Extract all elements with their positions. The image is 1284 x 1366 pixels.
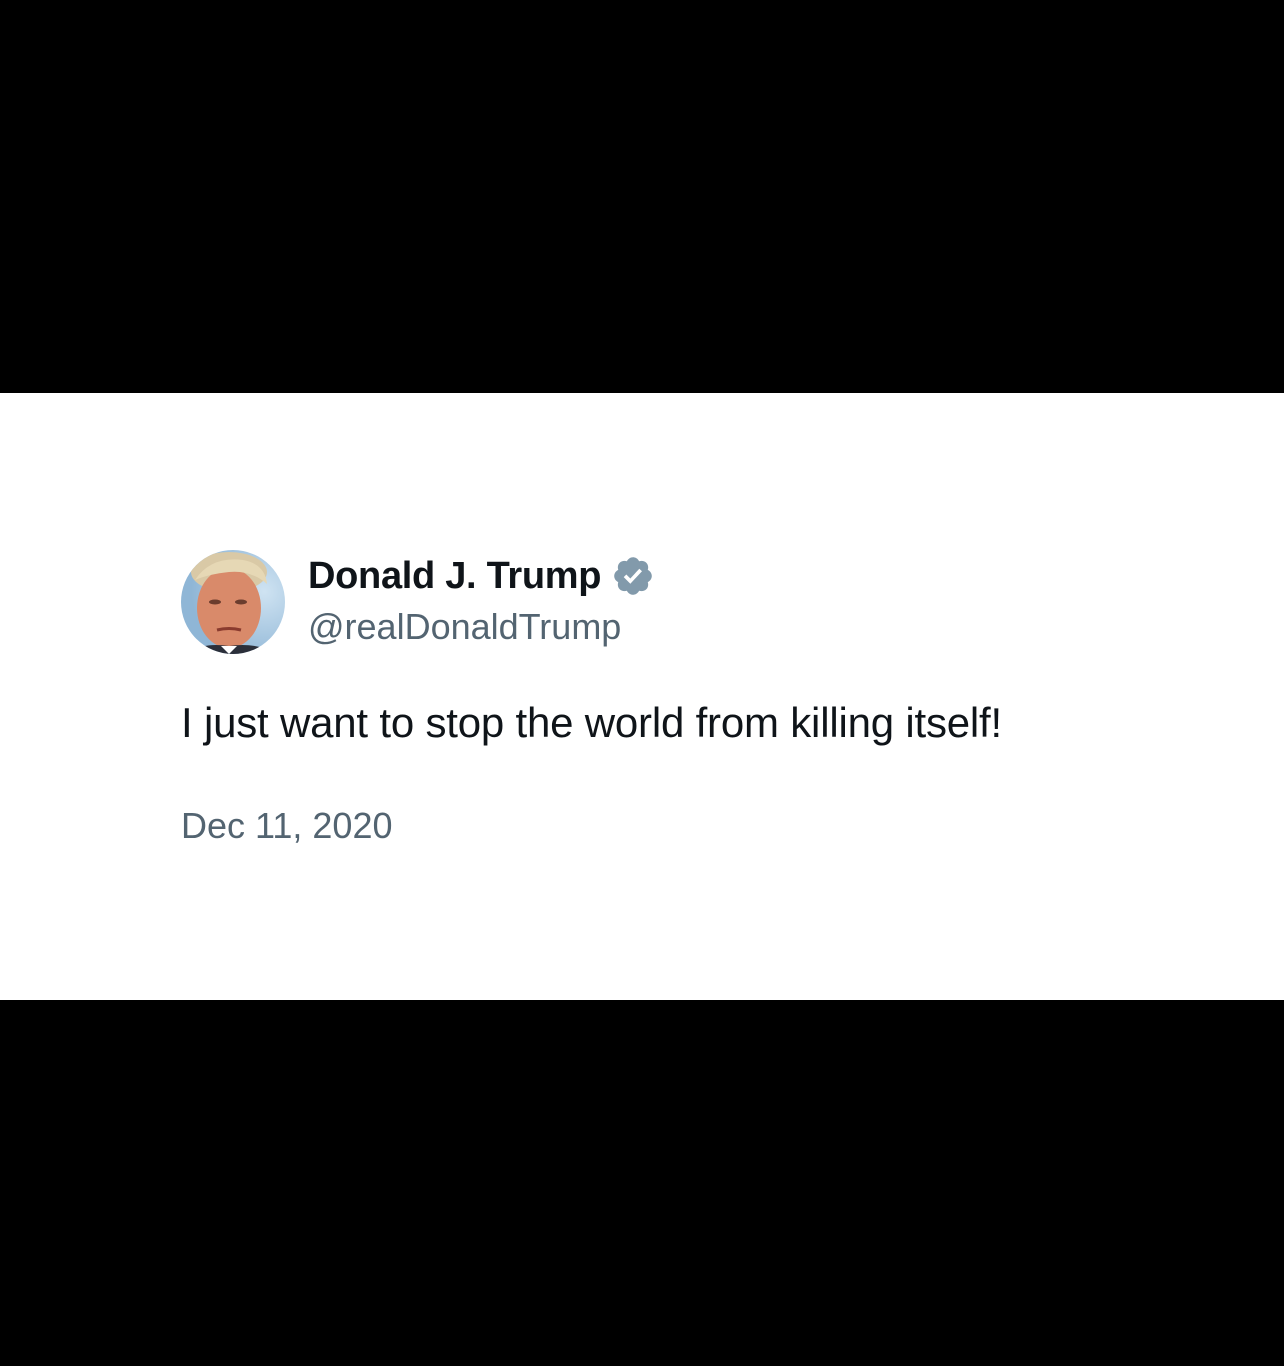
user-handle[interactable]: @realDonaldTrump: [308, 606, 621, 648]
screenshot-frame: Donald J. Trump @realDonaldTrump I just …: [0, 0, 1284, 1366]
display-name[interactable]: Donald J. Trump: [308, 555, 602, 598]
profile-photo-icon: [181, 550, 285, 654]
tweet-text: I just want to stop the world from killi…: [181, 699, 1002, 746]
tweet-timestamp[interactable]: Dec 11, 2020: [181, 805, 392, 847]
name-row: Donald J. Trump: [308, 553, 655, 599]
verified-badge-icon: [611, 554, 655, 598]
avatar[interactable]: [181, 550, 285, 654]
tweet-card: Donald J. Trump @realDonaldTrump I just …: [0, 393, 1284, 1000]
